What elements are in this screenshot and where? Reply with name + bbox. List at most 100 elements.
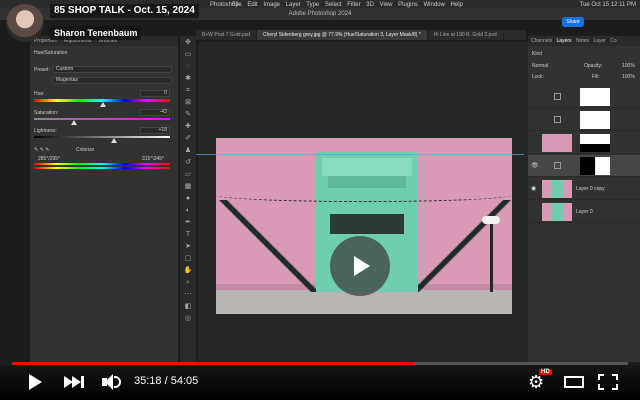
layer-row[interactable] (528, 109, 640, 131)
channel-avatar[interactable] (6, 4, 44, 42)
pen-icon[interactable]: ✒ (184, 218, 193, 227)
adjustment-icon (554, 93, 561, 100)
shape-icon[interactable]: ▢ (184, 254, 193, 263)
eraser-icon[interactable]: ▱ (184, 170, 193, 179)
layer-mask-thumb[interactable] (580, 134, 610, 152)
saturation-slider-knob[interactable] (71, 120, 77, 125)
crop-icon[interactable]: ⌗ (184, 86, 193, 95)
layer-row[interactable]: ◉ Layer 0 copy (528, 178, 640, 200)
zoom-icon[interactable]: ⌕ (184, 278, 193, 287)
fill-value[interactable]: 100% (622, 74, 635, 80)
current-time: 35:18 (134, 375, 162, 387)
gear-icon[interactable]: ⚙ (528, 372, 548, 392)
healing-icon[interactable]: ✚ (184, 122, 193, 131)
theater-mode-icon[interactable] (564, 372, 584, 392)
share-button[interactable]: Share (562, 17, 584, 27)
guide-line[interactable] (196, 154, 524, 155)
hd-badge: HD (539, 369, 552, 375)
doc-tab-active[interactable]: Cheryl Sidenberg grey.jpg @ 77.9% (Hue/S… (256, 30, 428, 40)
eye-icon[interactable]: ◉ (531, 185, 536, 192)
layer-mask-thumb[interactable] (580, 157, 610, 175)
layer-thumb (542, 180, 572, 198)
right-staircase (412, 200, 512, 292)
duration: 54:05 (170, 375, 199, 387)
range-bar-bottom[interactable] (34, 167, 170, 169)
history-brush-icon[interactable]: ↺ (184, 158, 193, 167)
lightness-slider-track[interactable] (34, 136, 170, 138)
layers-tabs: Channels Layers Notes Layer Co (528, 36, 640, 46)
marquee-icon[interactable]: ▭ (184, 50, 193, 59)
layer-row[interactable] (528, 132, 640, 154)
range-bar-top[interactable] (34, 163, 170, 165)
layer-mask-thumb[interactable] (580, 111, 610, 129)
saturation-slider-track[interactable] (34, 118, 170, 120)
kind-filter[interactable]: Kind (532, 51, 542, 57)
hand-icon[interactable]: ✋ (184, 266, 193, 275)
quick-select-icon[interactable]: ✱ (184, 74, 193, 83)
video-title[interactable]: 85 SHOP TALK - Oct. 15, 2024 (50, 4, 199, 18)
layers-panel: Channels Layers Notes Layer Co Kind Norm… (528, 36, 640, 362)
color-swatch-icon[interactable]: ◧ (184, 302, 193, 311)
progress-bar[interactable] (12, 362, 628, 365)
progress-fill (12, 362, 415, 365)
gradient-icon[interactable]: ▦ (184, 182, 193, 191)
eyedropper-icons[interactable]: ✎ ✎ ✎ (34, 147, 49, 153)
blend-mode-select[interactable]: Normal (532, 63, 548, 69)
tab-notes[interactable]: Notes (576, 38, 589, 44)
opacity-value[interactable]: 100% (622, 63, 635, 69)
frame-icon[interactable]: ⊠ (184, 98, 193, 107)
eyedropper-icon[interactable]: ✎ (184, 110, 193, 119)
stamp-icon[interactable]: ♟ (184, 146, 193, 155)
adjustment-icon (554, 116, 561, 123)
range-right: 315°\345° (142, 156, 165, 162)
channel-name[interactable]: Sharon Tenenbaum (50, 26, 142, 40)
lightness-slider-knob[interactable] (111, 138, 117, 143)
colorize-checkbox[interactable]: Colorize (76, 147, 94, 153)
fullscreen-icon[interactable] (598, 372, 618, 392)
path-select-icon[interactable]: ➤ (184, 242, 193, 251)
preset-select[interactable]: Custom (52, 66, 172, 73)
time-separator: / (161, 375, 171, 387)
tab-layer-comps[interactable]: Layer Co (593, 38, 616, 44)
adjustment-icon (554, 162, 561, 169)
hue-value[interactable]: 0 (140, 90, 170, 97)
hue-slider-knob[interactable] (100, 102, 106, 107)
tools-panel: ✥ ▭ ◌ ✱ ⌗ ⊠ ✎ ✚ ✐ ♟ ↺ ▱ ▦ ● ◐ ✒ T ➤ ▢ ✋ … (180, 36, 196, 362)
preset-label: Preset: (34, 67, 50, 73)
brush-icon[interactable]: ✐ (184, 134, 193, 143)
big-play-icon[interactable] (330, 236, 390, 296)
street-lamp (490, 218, 493, 292)
play-icon[interactable] (26, 372, 44, 392)
lightness-label: Lightness: (34, 128, 57, 134)
layer-row[interactable]: Layer 0 (528, 201, 640, 223)
document-tabs: B+W Post 7 Gold.psd Cheryl Sidenberg gre… (196, 30, 526, 40)
doc-tab-1[interactable]: B+W Post 7 Gold.psd (196, 30, 257, 40)
saturation-value[interactable]: -43 (140, 109, 170, 116)
channel-select[interactable]: Magentas (52, 77, 172, 84)
lightness-value[interactable]: +18 (140, 127, 170, 134)
blur-icon[interactable]: ● (184, 194, 193, 203)
layer-thumb (542, 203, 572, 221)
tab-channels[interactable]: Channels (531, 38, 552, 44)
next-icon[interactable] (64, 372, 86, 392)
properties-panel: Properties Adjustments Brushes Hue/Satur… (30, 36, 178, 362)
doc-tab-3[interactable]: Hi Line at 190 R. Gold 2.psd (428, 30, 504, 40)
left-staircase (216, 200, 320, 292)
lasso-icon[interactable]: ◌ (184, 62, 193, 71)
eye-icon[interactable]: 👁 (531, 162, 539, 169)
quick-mask-icon[interactable]: ◎ (184, 314, 193, 323)
tab-layers[interactable]: Layers (557, 38, 572, 44)
video-player[interactable]: Photoshop File Edit Image Layer Type Sel… (0, 0, 640, 400)
fill-label: Fill: (592, 74, 600, 80)
layer-thumb (542, 134, 572, 152)
volume-icon[interactable] (102, 372, 122, 392)
dodge-icon[interactable]: ◐ (184, 206, 193, 215)
type-icon[interactable]: T (184, 230, 193, 239)
layer-mask-thumb[interactable] (580, 88, 610, 106)
time-display: 35:18 / 54:05 (134, 375, 198, 387)
panel-name: Hue/Saturation (34, 50, 68, 56)
more-tools-icon[interactable]: ⋯ (184, 290, 193, 299)
layer-row[interactable] (528, 86, 640, 108)
layer-row-selected[interactable]: 👁 (528, 155, 640, 177)
move-icon[interactable]: ✥ (184, 38, 193, 47)
